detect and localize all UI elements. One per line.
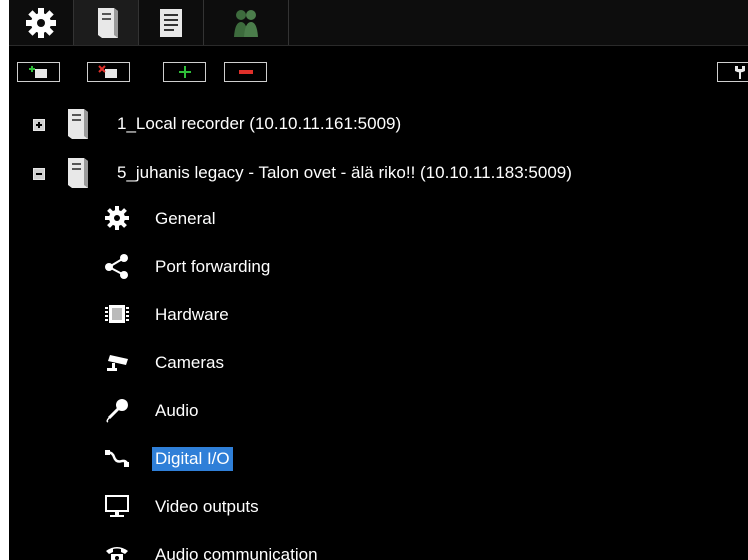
tree-item-hardware[interactable]: Hardware xyxy=(152,303,232,327)
tool-icon xyxy=(735,66,745,79)
tab-servers[interactable] xyxy=(74,0,138,45)
add-server-icon xyxy=(28,66,47,78)
tree-item-video-outputs[interactable]: Video outputs xyxy=(152,495,262,519)
gear-icon xyxy=(26,7,56,38)
expand-toggle[interactable] xyxy=(33,119,45,131)
tab-divider xyxy=(288,0,289,45)
app-window: 1_Local recorder (10.10.11.161:5009) 5_j… xyxy=(9,0,748,560)
tab-document[interactable] xyxy=(139,0,203,45)
tree-item-audio-communication[interactable]: Audio communication xyxy=(152,543,321,560)
users-icon xyxy=(234,9,258,37)
server-icon xyxy=(68,109,88,139)
camera-icon xyxy=(107,355,128,371)
minus-icon xyxy=(238,70,253,74)
chip-icon xyxy=(105,305,129,323)
collapse-toggle[interactable] xyxy=(33,168,45,180)
monitor-icon xyxy=(105,495,129,517)
top-tab-bar xyxy=(9,0,748,46)
server-label-2[interactable]: 5_juhanis legacy - Talon ovet - älä riko… xyxy=(117,163,572,183)
tree-item-digital-io[interactable]: Digital I/O xyxy=(152,447,233,471)
add-button[interactable] xyxy=(163,62,206,82)
toolbar xyxy=(9,46,748,94)
plus-icon xyxy=(178,66,191,78)
server-icon xyxy=(98,7,118,38)
phone-icon xyxy=(106,547,128,560)
server-icon xyxy=(68,158,88,188)
gear-icon xyxy=(105,206,129,230)
tool-button[interactable] xyxy=(717,62,748,82)
remove-server-icon xyxy=(97,65,117,78)
share-icon xyxy=(105,254,128,279)
tree-item-general[interactable]: General xyxy=(152,207,218,231)
tab-settings[interactable] xyxy=(9,0,73,45)
remove-button[interactable] xyxy=(224,62,267,82)
tab-users[interactable] xyxy=(204,0,288,45)
microphone-icon xyxy=(106,399,128,423)
tree-item-cameras[interactable]: Cameras xyxy=(152,351,227,375)
server-label-1[interactable]: 1_Local recorder (10.10.11.161:5009) xyxy=(117,114,401,134)
add-server-button[interactable] xyxy=(17,62,60,82)
document-icon xyxy=(160,8,182,37)
tree-item-audio[interactable]: Audio xyxy=(152,399,201,423)
remove-server-button[interactable] xyxy=(87,62,130,82)
cable-icon xyxy=(105,450,130,467)
tree-item-port-forwarding[interactable]: Port forwarding xyxy=(152,255,273,279)
